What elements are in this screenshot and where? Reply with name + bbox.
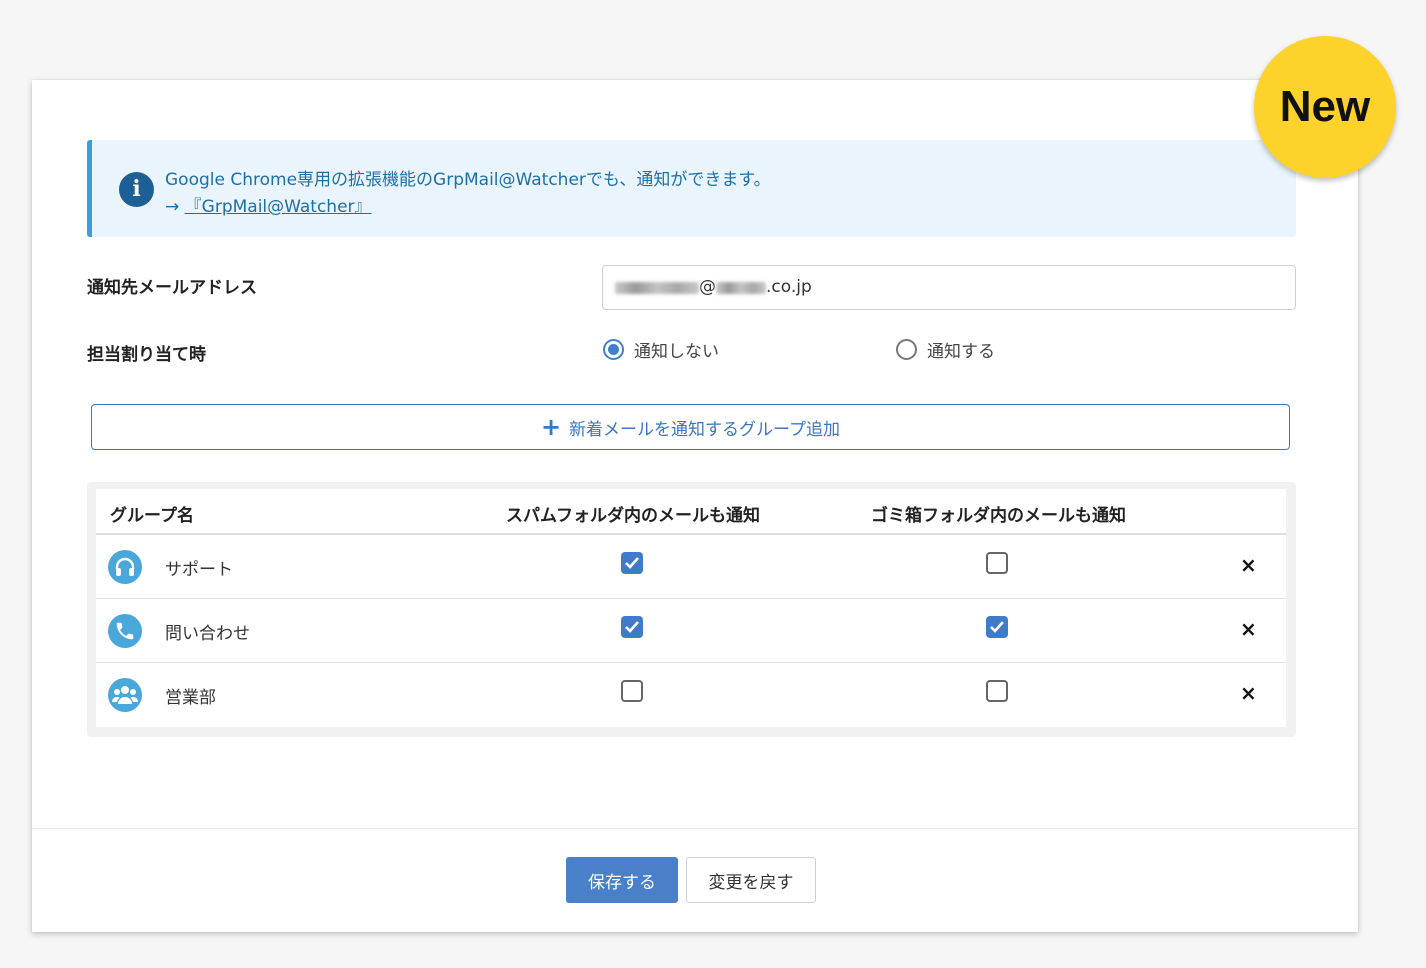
new-badge: New (1254, 36, 1396, 178)
table-row: サポート × (96, 535, 1286, 599)
delete-icon[interactable]: × (1240, 555, 1258, 575)
spam-checkbox[interactable] (621, 616, 643, 638)
group-name: 問い合わせ (165, 624, 250, 644)
info-banner: i Google Chrome専用の拡張機能のGrpMail@Watcherでも… (87, 140, 1296, 237)
email-field[interactable]: @ .co.jp (602, 265, 1296, 310)
add-group-button[interactable]: + 新着メールを通知するグループ追加 (91, 404, 1290, 450)
people-icon (108, 678, 142, 712)
grpmail-watcher-link[interactable]: 『GrpMail@Watcher』 (185, 197, 372, 217)
spam-checkbox[interactable] (621, 552, 643, 574)
group-table: グループ名 スパムフォルダ内のメールも通知 ゴミ箱フォルダ内のメールも通知 サポ… (96, 489, 1286, 727)
table-row: 問い合わせ × (96, 599, 1286, 663)
footer-divider (32, 828, 1358, 829)
info-icon: i (119, 172, 154, 207)
email-label: 通知先メールアドレス (87, 278, 257, 298)
revert-button[interactable]: 変更を戻す (686, 857, 816, 903)
info-link-line: → 『GrpMail@Watcher』 (165, 192, 372, 217)
table-header: グループ名 スパムフォルダ内のメールも通知 ゴミ箱フォルダ内のメールも通知 (96, 489, 1286, 535)
group-name: サポート (165, 560, 233, 580)
redacted-domain (716, 281, 766, 294)
radio-selected-icon (603, 339, 624, 360)
trash-checkbox[interactable] (986, 552, 1008, 574)
group-table-container: グループ名 スパムフォルダ内のメールも通知 ゴミ箱フォルダ内のメールも通知 サポ… (87, 482, 1296, 737)
delete-icon[interactable]: × (1240, 619, 1258, 639)
delete-icon[interactable]: × (1240, 683, 1258, 703)
arrow-glyph: → (165, 197, 180, 217)
table-row: 営業部 × (96, 663, 1286, 727)
radio-unselected-icon (896, 339, 917, 360)
header-spam: スパムフォルダ内のメールも通知 (506, 506, 760, 526)
assign-label: 担当割り当て時 (87, 345, 206, 365)
radio-no-notify[interactable]: 通知しない (603, 337, 719, 362)
header-trash: ゴミ箱フォルダ内のメールも通知 (871, 506, 1126, 526)
trash-checkbox[interactable] (986, 616, 1008, 638)
redacted-local-part (615, 281, 699, 294)
save-button[interactable]: 保存する (566, 857, 678, 903)
trash-checkbox[interactable] (986, 680, 1008, 702)
header-group-name: グループ名 (110, 506, 194, 526)
info-message: Google Chrome専用の拡張機能のGrpMail@Watcherでも、通… (165, 170, 771, 190)
settings-card: i Google Chrome専用の拡張機能のGrpMail@Watcherでも… (32, 80, 1358, 932)
phone-icon (108, 614, 142, 648)
radio-notify[interactable]: 通知する (896, 337, 995, 362)
plus-icon: + (540, 413, 562, 441)
spam-checkbox[interactable] (621, 680, 643, 702)
headset-icon (108, 550, 142, 584)
group-name: 営業部 (165, 688, 216, 708)
